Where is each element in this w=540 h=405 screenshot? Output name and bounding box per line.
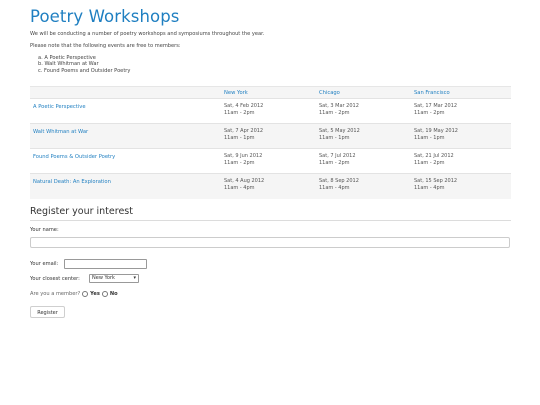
column-header: San Francisco — [414, 90, 450, 96]
event-time: 11am - 2pm — [319, 159, 350, 166]
event-name: Walt Whitman at War — [33, 129, 89, 135]
member-no-label[interactable]: No — [110, 291, 118, 297]
table-row: Found Poems & Outsider Poetry Sat, 9 Jun… — [30, 148, 511, 174]
event-name: Natural Death: An Exploration — [33, 179, 111, 185]
event-date: Sat, 7 Jul 2012 — [319, 153, 356, 159]
table-cell: Sat, 9 Jun 2012 11am - 2pm — [224, 149, 319, 174]
center-selected-value: New York — [92, 275, 115, 281]
event-time: 11am - 1pm — [224, 134, 255, 141]
member-question-row: Are you a member? Yes No — [30, 291, 118, 297]
event-date: Sat, 8 Sep 2012 — [319, 178, 359, 184]
event-time: 11am - 1pm — [319, 134, 350, 141]
table-cell: Sat, 15 Sep 2012 11am - 4pm — [414, 174, 511, 199]
table-cell: Sat, 7 Apr 2012 11am - 1pm — [224, 124, 319, 149]
chevron-down-icon: ▾ — [133, 275, 136, 281]
column-header — [30, 87, 224, 99]
event-date: Sat, 3 Mar 2012 — [319, 103, 359, 109]
email-field[interactable] — [64, 259, 147, 269]
name-field[interactable] — [30, 237, 510, 248]
event-time: 11am - 2pm — [224, 159, 255, 166]
table-cell: Sat, 3 Mar 2012 11am - 2pm — [319, 99, 414, 124]
event-time: 11am - 4pm — [319, 184, 350, 191]
column-header: Chicago — [319, 90, 340, 96]
event-date: Sat, 5 May 2012 — [319, 128, 360, 134]
schedule-table: New York Chicago San Francisco A Poetic … — [30, 86, 511, 199]
event-date: Sat, 9 Jun 2012 — [224, 153, 263, 159]
email-label: Your email: — [30, 261, 59, 267]
page: Poetry Workshops We will be conducting a… — [0, 0, 540, 405]
center-label: Your closest center: — [30, 276, 80, 282]
table-cell: Sat, 7 Jul 2012 11am - 2pm — [319, 149, 414, 174]
divider — [30, 220, 511, 221]
event-time: 11am - 2pm — [319, 109, 350, 116]
table-cell: Sat, 5 May 2012 11am - 1pm — [319, 124, 414, 149]
member-no-radio[interactable] — [101, 291, 108, 297]
event-date: Sat, 15 Sep 2012 — [414, 178, 458, 184]
center-select[interactable]: New York ▾ — [89, 274, 139, 283]
table-row: Natural Death: An Exploration Sat, 4 Aug… — [30, 173, 511, 199]
event-time: 11am - 4pm — [414, 184, 445, 191]
event-date: Sat, 7 Apr 2012 — [224, 128, 264, 134]
table-header-row: New York Chicago San Francisco — [30, 86, 511, 99]
member-events-list: a. A Poetic Perspective b. Walt Whitman … — [38, 55, 130, 74]
table-cell: Sat, 8 Sep 2012 11am - 4pm — [319, 174, 414, 199]
intro-text: We will be conducting a number of poetry… — [30, 31, 265, 37]
table-row: A Poetic Perspective Sat, 4 Feb 2012 11am… — [30, 98, 511, 124]
event-time: 11am - 1pm — [414, 134, 445, 141]
event-date: Sat, 19 May 2012 — [414, 128, 458, 134]
table-row: Walt Whitman at War Sat, 7 Apr 2012 11am … — [30, 123, 511, 149]
member-event-item: c. Found Poems and Outsider Poetry — [38, 67, 131, 74]
event-time: 11am - 2pm — [414, 159, 445, 166]
table-cell: Sat, 17 Mar 2012 11am - 2pm — [414, 99, 511, 124]
table-cell: Sat, 19 May 2012 11am - 1pm — [414, 124, 511, 149]
member-question: Are you a member? — [30, 291, 81, 297]
event-name: A Poetic Perspective — [33, 104, 86, 110]
event-time: 11am - 4pm — [224, 184, 255, 191]
table-cell: Sat, 21 Jul 2012 11am - 2pm — [414, 149, 511, 174]
event-date: Sat, 4 Feb 2012 — [224, 103, 264, 109]
member-yes-label[interactable]: Yes — [90, 291, 100, 297]
register-heading: Register your interest — [30, 206, 133, 217]
member-yes-radio[interactable] — [82, 291, 89, 297]
table-cell: Sat, 4 Feb 2012 11am - 2pm — [224, 99, 319, 124]
column-header: New York — [224, 90, 248, 96]
table-cell: Sat, 4 Aug 2012 11am - 4pm — [224, 174, 319, 199]
register-button[interactable]: Register — [30, 306, 65, 318]
name-label: Your name: — [30, 227, 59, 233]
event-date: Sat, 4 Aug 2012 — [224, 178, 265, 184]
event-date: Sat, 21 Jul 2012 — [414, 153, 454, 159]
page-title: Poetry Workshops — [30, 7, 180, 26]
event-name: Found Poems & Outsider Poetry — [33, 154, 116, 160]
event-time: 11am - 2pm — [224, 109, 255, 116]
event-time: 11am - 2pm — [414, 109, 445, 116]
members-note: Please note that the following events ar… — [30, 43, 181, 49]
event-date: Sat, 17 Mar 2012 — [414, 103, 458, 109]
